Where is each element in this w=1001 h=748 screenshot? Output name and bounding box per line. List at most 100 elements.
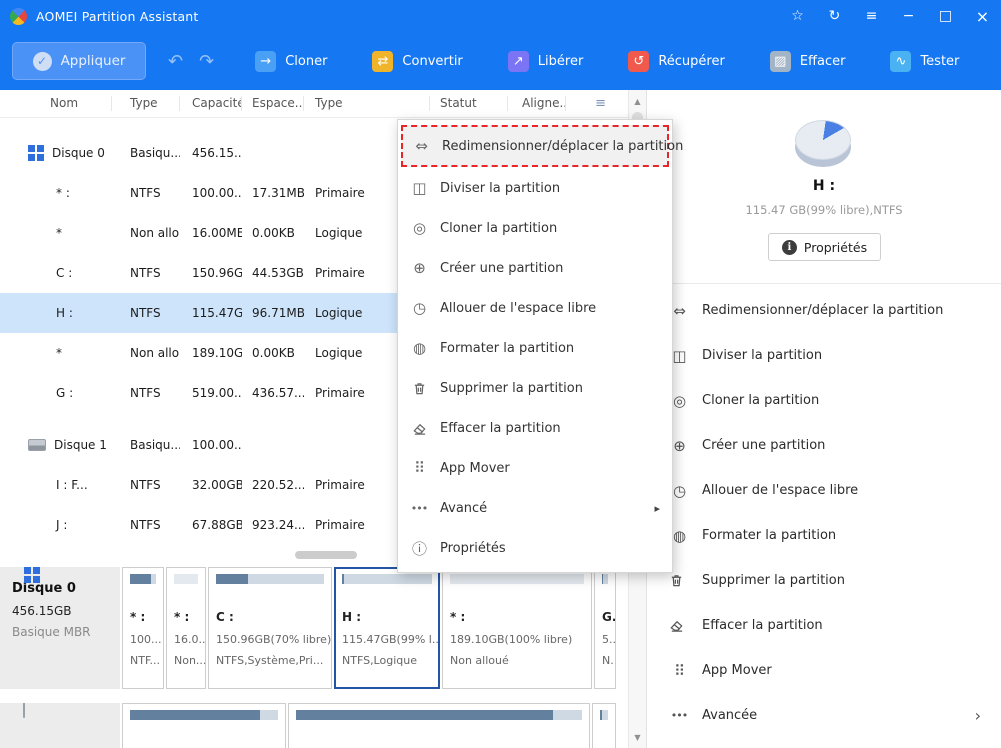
- row-type: Non allo...: [130, 226, 180, 240]
- menu-item-label: App Mover: [440, 460, 510, 476]
- partition-fs: Non alloué: [450, 654, 509, 667]
- partition-label: * :: [450, 610, 466, 624]
- row-type: NTFS: [130, 306, 161, 320]
- partition-block[interactable]: [288, 703, 590, 748]
- ellipsis-icon: •••: [410, 501, 428, 515]
- row-name: J :: [56, 518, 68, 532]
- menu-item-properties[interactable]: ⓘ Propriétés: [398, 528, 672, 568]
- split-partition-icon: ◫: [412, 179, 426, 197]
- partition-block[interactable]: * : 16.0... Non...: [166, 567, 206, 689]
- sidebar-item-create[interactable]: ⊕ Créer une partition: [647, 423, 1001, 468]
- partition-fs: N..: [602, 654, 616, 667]
- sidebar-item-clone[interactable]: ◎ Cloner la partition: [647, 378, 1001, 423]
- row-space: 923.24...: [252, 518, 304, 532]
- row-space: 0.00KB: [252, 346, 295, 360]
- clone-disk-icon: →: [255, 50, 277, 72]
- column-header-type[interactable]: Type: [112, 96, 180, 111]
- row-type: NTFS: [130, 266, 161, 280]
- trash-icon: [669, 573, 689, 588]
- toolbar-button-tester[interactable]: ∿ Tester: [867, 41, 981, 81]
- column-header-nom[interactable]: Nom: [0, 96, 112, 111]
- toolbar-button-liberer[interactable]: ↗ Libérer: [485, 41, 606, 81]
- minimize-button[interactable]: −: [890, 0, 927, 32]
- menu-item-create[interactable]: ⊕ Créer une partition: [398, 248, 672, 288]
- column-header-type2[interactable]: Type: [304, 96, 430, 111]
- partition-label: C :: [216, 610, 234, 624]
- toolbar-actions: → Cloner ⇄ Convertir ↗ Libérer ↺ Récupér…: [232, 41, 1001, 81]
- partition-block[interactable]: [122, 703, 286, 748]
- sidebar-item-label: Formater la partition: [702, 528, 837, 543]
- sidebar-item-advanced[interactable]: ••• Avancée ›: [647, 693, 1001, 738]
- menu-item-label: Cloner la partition: [440, 220, 558, 236]
- menu-item-label: Créer une partition: [440, 260, 564, 276]
- redo-icon[interactable]: ↷: [199, 51, 214, 72]
- toolbar-button-recuperer[interactable]: ↺ Récupérer: [605, 41, 747, 81]
- toolbar-button-label: Tester: [920, 53, 960, 69]
- toolbar-button-cloner[interactable]: → Cloner: [232, 41, 349, 81]
- row-name: *: [56, 346, 62, 360]
- partition-block-h-selected[interactable]: H : 115.47GB(99% l... NTFS,Logique: [334, 567, 440, 689]
- partition-block-clipped[interactable]: [592, 703, 616, 748]
- sidebar-item-split[interactable]: ◫ Diviser la partition: [647, 333, 1001, 378]
- sidebar-item-label: Diviser la partition: [702, 348, 823, 363]
- scroll-up-icon[interactable]: ▲: [629, 93, 646, 109]
- maximize-button[interactable]: □: [927, 0, 964, 32]
- partition-fs: NTFS,Système,Pri...: [216, 654, 324, 667]
- partition-block[interactable]: * : 100... NTF...: [122, 567, 164, 689]
- column-options-icon[interactable]: ≡: [595, 96, 606, 111]
- usage-bar: [130, 574, 156, 584]
- menu-item-resize-move[interactable]: ⇔ Redimensionner/déplacer la partition: [401, 125, 683, 167]
- partition-block-c[interactable]: C : 150.96GB(70% libre) NTFS,Système,Pri…: [208, 567, 332, 689]
- usage-bar: [296, 710, 582, 720]
- menu-item-advanced[interactable]: ••• Avancé ▸: [398, 488, 672, 528]
- menu-item-app-mover[interactable]: ⠿ App Mover: [398, 448, 672, 488]
- sidebar-item-app-mover[interactable]: ⠿ App Mover: [647, 648, 1001, 693]
- menu-item-split[interactable]: ◫ Diviser la partition: [398, 168, 672, 208]
- toolbar-button-label: Cloner: [285, 53, 328, 69]
- row-space: [242, 133, 304, 173]
- partition-size: 100...: [130, 633, 162, 646]
- menu-item-wipe[interactable]: Effacer la partition: [398, 408, 672, 448]
- hamburger-menu-icon[interactable]: ≡: [853, 0, 890, 32]
- submenu-arrow-icon: ▸: [654, 501, 660, 515]
- refresh-icon[interactable]: ↻: [816, 0, 853, 32]
- column-header-capacite[interactable]: Capacité: [180, 96, 242, 111]
- format-partition-icon: ◍: [412, 339, 426, 357]
- disk-info-block[interactable]: [0, 703, 120, 748]
- sidebar-item-wipe[interactable]: Effacer la partition: [647, 603, 1001, 648]
- column-header-aligne[interactable]: Aligne...: [508, 96, 566, 111]
- disk-icon: [28, 439, 46, 451]
- sidebar-item-resize-move[interactable]: ⇔ Redimensionner/déplacer la partition: [647, 288, 1001, 333]
- partition-block-clipped[interactable]: G.. 5.. N..: [594, 567, 616, 689]
- sidebar-item-delete[interactable]: Supprimer la partition: [647, 558, 1001, 603]
- partition-block-unallocated[interactable]: * : 189.10GB(100% libre) Non alloué: [442, 567, 592, 689]
- disk-icon: [23, 703, 25, 718]
- favorite-star-icon[interactable]: ☆: [779, 0, 816, 32]
- toolbar-button-label: Effacer: [799, 53, 846, 69]
- partition-size: 189.10GB(100% libre): [450, 633, 573, 646]
- scroll-down-icon[interactable]: ▼: [629, 729, 646, 745]
- row-capacity: 519.00...: [192, 386, 242, 400]
- horizontal-scrollbar-thumb[interactable]: [295, 551, 357, 559]
- close-button[interactable]: ×: [964, 0, 1001, 32]
- undo-icon[interactable]: ↶: [168, 51, 183, 72]
- clone-partition-icon: ◎: [412, 219, 426, 237]
- menu-item-allocate[interactable]: ◷ Allouer de l'espace libre: [398, 288, 672, 328]
- toolbar-button-effacer[interactable]: ▨ Effacer: [747, 41, 868, 81]
- menu-item-format[interactable]: ◍ Formater la partition: [398, 328, 672, 368]
- column-header-espace[interactable]: Espace...: [242, 96, 304, 111]
- menu-item-label: Effacer la partition: [440, 420, 561, 436]
- sidebar-item-format[interactable]: ◍ Formater la partition: [647, 513, 1001, 558]
- column-header-statut[interactable]: Statut: [430, 96, 508, 111]
- toolbar-button-outils[interactable]: ⊞ Outils: [981, 41, 1001, 81]
- free-space-icon: ↗: [507, 50, 529, 72]
- menu-item-clone[interactable]: ◎ Cloner la partition: [398, 208, 672, 248]
- properties-button[interactable]: i Propriétés: [768, 233, 881, 261]
- toolbar-button-convertir[interactable]: ⇄ Convertir: [349, 41, 484, 81]
- disk-info-block[interactable]: Disque 0 456.15GB Basique MBR: [0, 567, 120, 689]
- row-capacity: 189.10GB: [192, 346, 242, 360]
- sidebar-item-allocate[interactable]: ◷ Allouer de l'espace libre: [647, 468, 1001, 513]
- row-name: * :: [56, 186, 70, 200]
- menu-item-delete[interactable]: Supprimer la partition: [398, 368, 672, 408]
- apply-button[interactable]: ✓ Appliquer: [12, 42, 146, 80]
